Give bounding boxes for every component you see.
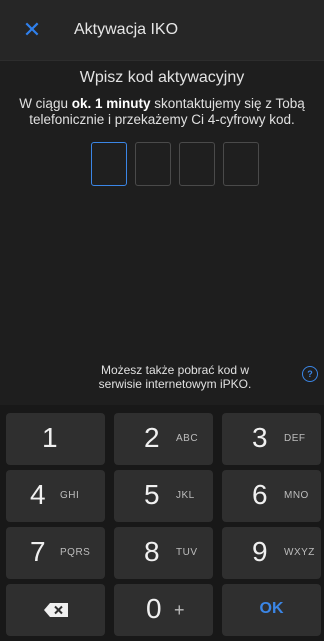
- key-letters: WXYZ: [284, 547, 315, 558]
- backspace-icon: [44, 603, 68, 617]
- code-digit-3[interactable]: [179, 142, 215, 186]
- app-header: ✕ Aktywacja IKO: [0, 0, 324, 60]
- key-1[interactable]: 1: [6, 413, 105, 465]
- key-number: 7: [30, 536, 46, 567]
- code-digit-2[interactable]: [135, 142, 171, 186]
- key-8[interactable]: 8 TUV: [114, 527, 213, 579]
- key-number: 0: [146, 593, 162, 624]
- code-digit-1[interactable]: [91, 142, 127, 186]
- key-number: 6: [252, 479, 268, 510]
- backspace-button[interactable]: [6, 584, 105, 636]
- key-number: 8: [144, 536, 160, 567]
- ok-button[interactable]: OK: [222, 584, 321, 636]
- close-icon[interactable]: ✕: [20, 18, 44, 42]
- description-bold: ok. 1 minuty: [71, 96, 151, 111]
- key-number: 3: [252, 422, 268, 453]
- activation-description: W ciągu ok. 1 minuty skontaktujemy się z…: [0, 96, 324, 128]
- key-9[interactable]: 9 WXYZ: [222, 527, 321, 579]
- key-letters: GHI: [60, 490, 80, 501]
- key-0[interactable]: 0 +: [114, 584, 213, 636]
- help-icon[interactable]: ?: [302, 366, 318, 382]
- key-letters: PQRS: [60, 547, 91, 558]
- code-digit-4[interactable]: [223, 142, 259, 186]
- key-letters: JKL: [176, 490, 195, 501]
- key-number: 2: [144, 422, 160, 453]
- description-part1: W ciągu: [19, 96, 72, 111]
- activation-screen: ✕ Aktywacja IKO Wpisz kod aktywacyjny W …: [0, 0, 324, 641]
- key-number: 9: [252, 536, 268, 567]
- page-title: Wpisz kod aktywacyjny: [79, 69, 245, 86]
- key-number: 1: [42, 422, 58, 453]
- code-input-group: [91, 142, 259, 186]
- key-number: 5: [144, 479, 160, 510]
- key-number: 4: [30, 479, 46, 510]
- key-5[interactable]: 5 JKL: [114, 470, 213, 522]
- key-letters: DEF: [284, 433, 306, 444]
- key-6[interactable]: 6 MNO: [222, 470, 321, 522]
- key-plus: +: [174, 600, 185, 620]
- key-letters: MNO: [284, 490, 309, 501]
- header-title: Aktywacja IKO: [74, 21, 179, 38]
- ipko-hint: Możesz także pobrać kod w serwisie inter…: [98, 363, 252, 391]
- numeric-keypad: 1 2 ABC 3 DEF 4 GHI 5 JKL 6 MNO 7 PQRS 8: [0, 405, 324, 641]
- key-letters: TUV: [176, 547, 198, 558]
- header-divider: [0, 60, 324, 61]
- key-3[interactable]: 3 DEF: [222, 413, 321, 465]
- key-letters: ABC: [176, 433, 199, 444]
- key-4[interactable]: 4 GHI: [6, 470, 105, 522]
- key-7[interactable]: 7 PQRS: [6, 527, 105, 579]
- ok-label: OK: [259, 600, 284, 617]
- key-2[interactable]: 2 ABC: [114, 413, 213, 465]
